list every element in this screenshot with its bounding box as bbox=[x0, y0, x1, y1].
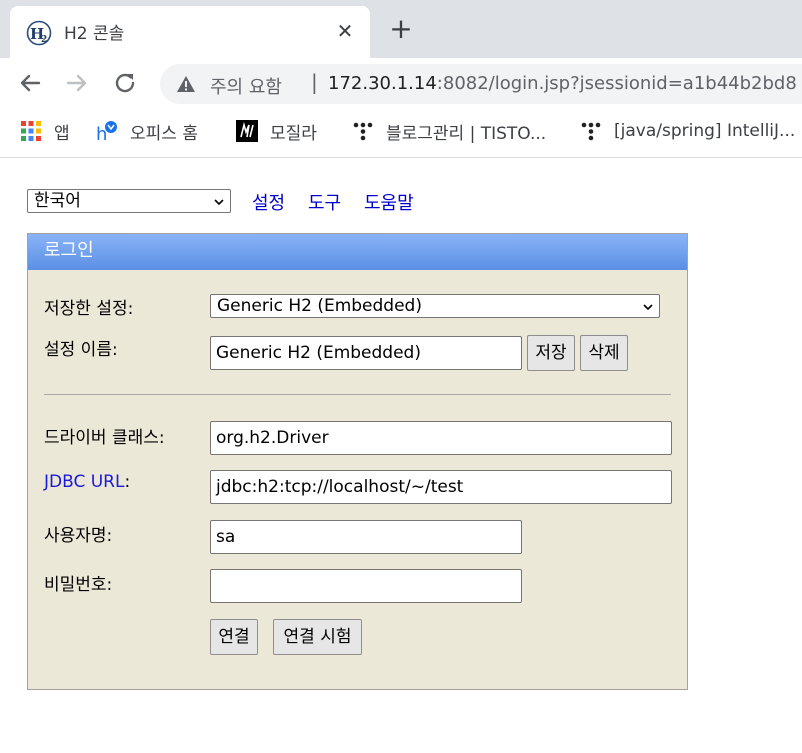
saved-settings-select[interactable]: Generic H2 (Embedded) bbox=[210, 294, 660, 318]
h2-logo-icon: H 2 bbox=[26, 20, 52, 46]
saved-settings-value: Generic H2 (Embedded) bbox=[217, 296, 422, 316]
mozilla-icon bbox=[236, 120, 258, 142]
url-text[interactable]: 172.30.1.14:8082/login.jsp?jsessionid=a1… bbox=[328, 73, 797, 94]
url-path: :8082/login.jsp?jsessionid=a1b44b2bd8 bbox=[436, 73, 797, 94]
language-select-value: 한국어 bbox=[34, 191, 81, 211]
password-label: 비밀번호: bbox=[44, 575, 113, 595]
browser-toolbar: 주의 요함 | 172.30.1.14:8082/login.jsp?jsess… bbox=[0, 58, 802, 108]
bookmark-apps[interactable]: 앱 bbox=[20, 118, 70, 144]
h2-console-page: 한국어 설정 도구 도움말 로그인 저장한 설정: Generic H2 (Em… bbox=[0, 159, 802, 753]
setting-name-input[interactable]: Generic H2 (Embedded) bbox=[210, 336, 522, 370]
setting-name-label: 설정 이름: bbox=[44, 340, 118, 360]
delete-button[interactable]: 삭제 bbox=[580, 335, 628, 371]
close-tab-icon[interactable]: ✕ bbox=[332, 18, 358, 44]
tab-title: H2 콘솔 bbox=[64, 24, 125, 44]
jdbc-url-link[interactable]: JDBC URL bbox=[44, 472, 124, 492]
address-separator: | bbox=[311, 70, 318, 94]
url-host: 172.30.1.14 bbox=[328, 73, 437, 94]
connect-button[interactable]: 연결 bbox=[210, 619, 258, 655]
tistory-icon bbox=[353, 122, 373, 141]
saved-settings-label: 저장한 설정: bbox=[44, 299, 134, 319]
address-bar[interactable]: 주의 요함 | 172.30.1.14:8082/login.jsp?jsess… bbox=[160, 64, 802, 104]
test-connection-button[interactable]: 연결 시험 bbox=[273, 619, 362, 655]
jdbc-url-label[interactable]: JDBC URL: bbox=[44, 472, 130, 492]
office-icon: h bbox=[96, 121, 117, 142]
reload-icon[interactable] bbox=[110, 68, 140, 98]
bookmark-label: 앱 bbox=[54, 123, 70, 144]
bookmarks-bar: 앱 h 오피스 홈 모질라 블로그관리 | TISTO... [java/spr… bbox=[0, 108, 802, 158]
bookmark-label: 블로그관리 | TISTO... bbox=[386, 123, 547, 144]
new-tab-icon[interactable]: + bbox=[386, 14, 416, 44]
login-panel: 로그인 저장한 설정: Generic H2 (Embedded) 설정 이름:… bbox=[27, 233, 688, 690]
bookmark-mozilla[interactable]: 모질라 bbox=[236, 118, 317, 144]
divider bbox=[44, 394, 671, 395]
username-input[interactable]: sa bbox=[210, 520, 522, 554]
chevron-down-icon bbox=[214, 199, 224, 206]
bookmark-label: [java/spring] IntelliJ... bbox=[614, 121, 796, 141]
password-input[interactable] bbox=[210, 569, 522, 603]
security-status-label[interactable]: 주의 요함 bbox=[210, 73, 282, 99]
language-select[interactable]: 한국어 bbox=[27, 189, 231, 213]
jdbc-url-colon: : bbox=[124, 472, 131, 492]
bookmark-label: 오피스 홈 bbox=[130, 123, 198, 144]
username-label: 사용자명: bbox=[44, 526, 113, 546]
driver-class-label: 드라이버 클래스: bbox=[44, 428, 165, 448]
forward-arrow-icon[interactable] bbox=[62, 68, 92, 98]
login-header: 로그인 bbox=[28, 234, 687, 270]
bookmark-label: 모질라 bbox=[270, 123, 317, 144]
save-button[interactable]: 저장 bbox=[527, 335, 575, 371]
browser-tab[interactable]: H 2 H2 콘솔 ✕ bbox=[10, 6, 370, 58]
settings-link[interactable]: 설정 bbox=[252, 189, 285, 215]
tab-strip: H 2 H2 콘솔 ✕ + bbox=[0, 0, 802, 58]
bookmark-java-spring[interactable]: [java/spring] IntelliJ... bbox=[580, 118, 795, 144]
driver-class-input[interactable]: org.h2.Driver bbox=[210, 421, 672, 455]
chevron-down-icon bbox=[643, 304, 653, 311]
bookmark-tistory[interactable]: 블로그관리 | TISTO... bbox=[352, 118, 546, 144]
tistory-icon bbox=[581, 122, 601, 141]
apps-grid-icon bbox=[21, 121, 41, 141]
jdbc-url-input[interactable]: jdbc:h2:tcp://localhost/~/test bbox=[210, 470, 672, 504]
tools-link[interactable]: 도구 bbox=[308, 189, 341, 215]
back-arrow-icon[interactable] bbox=[15, 68, 45, 98]
help-link[interactable]: 도움말 bbox=[364, 189, 414, 215]
bookmark-office-home[interactable]: h 오피스 홈 bbox=[96, 118, 198, 144]
warning-triangle-icon[interactable] bbox=[176, 74, 196, 94]
svg-text:2: 2 bbox=[41, 35, 47, 45]
